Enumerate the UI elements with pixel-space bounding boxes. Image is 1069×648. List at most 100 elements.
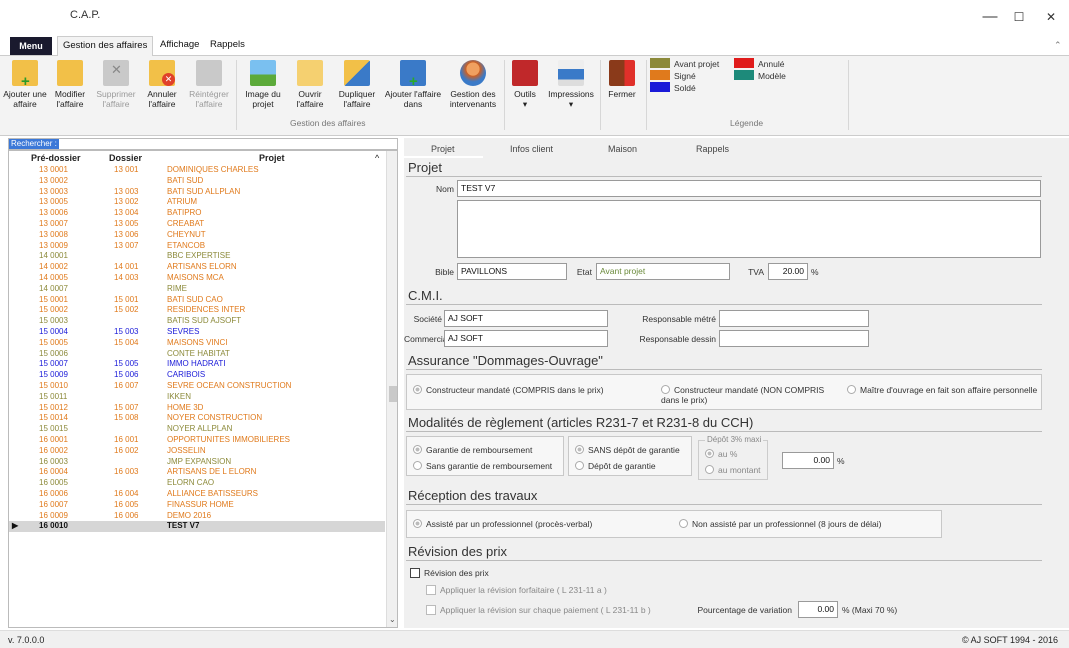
- sans-depot-radio[interactable]: SANS dépôt de garantie: [575, 445, 680, 455]
- pourcentage-field[interactable]: 0.00: [798, 601, 838, 618]
- add-into-button[interactable]: + Ajouter l'affaire dans: [384, 60, 442, 109]
- table-row[interactable]: 13 0009 13 007 ETANCOB: [9, 241, 385, 252]
- table-row[interactable]: 13 0002 BATI SUD: [9, 176, 385, 187]
- table-row[interactable]: 15 0005 15 004 MAISONS VINCI: [9, 338, 385, 349]
- societe-field[interactable]: AJ SOFT: [444, 310, 608, 327]
- reintegrate-affaire-button[interactable]: Réintégrer l'affaire: [184, 60, 234, 109]
- column-header-pre-dossier[interactable]: Pré-dossier: [31, 153, 81, 163]
- table-row[interactable]: 15 0010 16 007 SEVRE OCEAN CONSTRUCTION: [9, 381, 385, 392]
- minimize-button[interactable]: —: [975, 6, 1005, 28]
- table-row[interactable]: 16 0007 16 005 FINASSUR HOME: [9, 500, 385, 511]
- table-row[interactable]: 16 0006 16 004 ALLIANCE BATISSEURS: [9, 489, 385, 500]
- table-row[interactable]: 13 0005 13 002 ATRIUM: [9, 197, 385, 208]
- table-row[interactable]: 13 0001 13 001 DOMINIQUES CHARLES: [9, 165, 385, 176]
- table-row[interactable]: 16 0001 16 001 OPPORTUNITES IMMOBILIERES: [9, 435, 385, 446]
- tab-rappels-detail[interactable]: Rappels: [696, 144, 729, 154]
- nom-field[interactable]: TEST V7: [457, 180, 1041, 197]
- table-row[interactable]: 15 0015 NOYER ALLPLAN: [9, 424, 385, 435]
- sans-garantie-radio[interactable]: Sans garantie de remboursement: [413, 461, 552, 471]
- bible-field[interactable]: PAVILLONS: [457, 263, 567, 280]
- garantie-radio[interactable]: Garantie de remboursement: [413, 445, 532, 455]
- cell-pre-dossier: 16 0004: [39, 467, 68, 477]
- table-row[interactable]: 14 0005 14 003 MAISONS MCA: [9, 273, 385, 284]
- scroll-down-icon[interactable]: ⌄: [389, 615, 396, 624]
- maximize-button[interactable]: ☐: [1004, 6, 1034, 28]
- assurance-option-maitre-ouvrage[interactable]: Maître d'ouvrage en fait son affaire per…: [847, 385, 1037, 395]
- table-row[interactable]: 13 0007 13 005 CREABAT: [9, 219, 385, 230]
- intervenants-button[interactable]: Gestion des intervenants: [444, 60, 502, 109]
- delete-icon: ✕: [103, 60, 129, 86]
- table-row[interactable]: 15 0003 BATIS SUD AJSOFT: [9, 316, 385, 327]
- au-montant-radio[interactable]: au montant: [705, 465, 761, 475]
- scrollbar-thumb[interactable]: [389, 386, 397, 402]
- chevron-down-icon: ▾: [568, 99, 574, 109]
- table-row[interactable]: 14 0002 14 001 ARTISANS ELORN: [9, 262, 385, 273]
- close-button[interactable]: ✕: [1036, 6, 1066, 28]
- table-row[interactable]: 15 0009 15 006 CARIBOIS: [9, 370, 385, 381]
- table-row[interactable]: 15 0007 15 005 IMMO HADRATI: [9, 359, 385, 370]
- table-row[interactable]: 13 0006 13 004 BATIPRO: [9, 208, 385, 219]
- close-app-button[interactable]: Fermer: [604, 60, 640, 99]
- table-row[interactable]: 13 0003 13 003 BATI SUD ALLPLAN: [9, 187, 385, 198]
- revision-chaque-paiement-checkbox[interactable]: Appliquer la révision sur chaque paiemen…: [426, 605, 651, 615]
- column-header-dossier[interactable]: Dossier: [109, 153, 142, 163]
- reception-non-assiste-radio[interactable]: Non assisté par un professionnel (8 jour…: [679, 519, 881, 529]
- table-row[interactable]: 15 0004 15 003 SEVRES: [9, 327, 385, 338]
- tools-button[interactable]: Outils ▾: [508, 60, 542, 109]
- revision-forfaitaire-checkbox[interactable]: Appliquer la révision forfaitaire ( L 23…: [426, 585, 607, 595]
- section-title-reglement: Modalités de règlement (articles R231-7 …: [408, 415, 754, 430]
- table-row[interactable]: 15 0006 CONTE HABITAT: [9, 349, 385, 360]
- table-row[interactable]: 16 0004 16 003 ARTISANS DE L ELORN: [9, 467, 385, 478]
- tab-maison[interactable]: Maison: [608, 144, 637, 154]
- search-input[interactable]: Rechercher :: [8, 138, 398, 150]
- table-row[interactable]: ▶ 16 0010 TEST V7: [9, 521, 385, 533]
- responsable-dessin-field[interactable]: [719, 330, 869, 347]
- cell-dossier: 14 003: [114, 272, 139, 282]
- tab-affichage[interactable]: Affichage: [160, 39, 199, 50]
- table-row[interactable]: 14 0001 BBC EXPERTISE: [9, 251, 385, 262]
- cancel-affaire-button[interactable]: ✕ Annuler l'affaire: [140, 60, 184, 109]
- duplicate-affaire-button[interactable]: Dupliquer l'affaire: [332, 60, 382, 109]
- modify-affaire-button[interactable]: Modifier l'affaire: [48, 60, 92, 109]
- table-row[interactable]: 15 0001 15 001 BATI SUD CAO: [9, 295, 385, 306]
- ribbon-collapse-icon[interactable]: ⌃: [1054, 40, 1062, 51]
- table-row[interactable]: 15 0014 15 008 NOYER CONSTRUCTION: [9, 413, 385, 424]
- tva-field[interactable]: 20.00: [768, 263, 808, 280]
- menu-button[interactable]: Menu: [10, 37, 52, 55]
- tab-infos-client[interactable]: Infos client: [510, 144, 553, 154]
- responsable-metre-field[interactable]: [719, 310, 869, 327]
- open-affaire-button[interactable]: Ouvrir l'affaire: [288, 60, 332, 109]
- table-row[interactable]: 14 0007 RIME: [9, 284, 385, 295]
- add-affaire-button[interactable]: + Ajouter une affaire: [2, 60, 48, 109]
- table-row[interactable]: 16 0009 16 006 DEMO 2016: [9, 511, 385, 522]
- radio-icon: [413, 461, 422, 470]
- table-row[interactable]: 16 0005 ELORN CAO: [9, 478, 385, 489]
- commercial-field[interactable]: AJ SOFT: [444, 330, 608, 347]
- table-row[interactable]: 16 0002 16 002 JOSSELIN: [9, 446, 385, 457]
- tab-projet[interactable]: Projet: [431, 144, 455, 154]
- table-row[interactable]: 15 0012 15 007 HOME 3D: [9, 403, 385, 414]
- column-header-projet[interactable]: Projet: [259, 153, 285, 163]
- table-row[interactable]: 15 0002 15 002 RESIDENCES INTER: [9, 305, 385, 316]
- project-image-button[interactable]: Image du projet: [240, 60, 286, 109]
- scrollbar[interactable]: ⌄: [386, 151, 397, 627]
- assurance-option-non-compris[interactable]: Constructeur mandaté (NON COMPRIS dans l…: [661, 385, 841, 405]
- cell-dossier: 16 007: [114, 380, 139, 390]
- table-row[interactable]: 16 0003 JMP EXPANSION: [9, 457, 385, 468]
- tab-rappels[interactable]: Rappels: [210, 39, 245, 50]
- folder-add-icon: +: [12, 60, 38, 89]
- au-pct-radio[interactable]: au %: [705, 449, 737, 459]
- etat-field[interactable]: Avant projet: [596, 263, 730, 280]
- delete-affaire-button[interactable]: ✕ Supprimer l'affaire: [92, 60, 140, 109]
- reception-assiste-radio[interactable]: Assisté par un professionnel (procès-ver…: [413, 519, 592, 529]
- description-textarea[interactable]: [457, 200, 1041, 258]
- print-button[interactable]: Impressions ▾: [544, 60, 598, 109]
- depot-value-field[interactable]: 0.00: [782, 452, 834, 469]
- assurance-option-compris[interactable]: Constructeur mandaté (COMPRIS dans le pr…: [413, 385, 604, 395]
- scroll-up-icon[interactable]: ^: [375, 153, 379, 163]
- table-row[interactable]: 15 0011 IKKEN: [9, 392, 385, 403]
- depot-radio[interactable]: Dépôt de garantie: [575, 461, 656, 471]
- revision-checkbox[interactable]: Révision des prix: [410, 568, 489, 578]
- table-row[interactable]: 13 0008 13 006 CHEYNUT: [9, 230, 385, 241]
- tab-gestion-des-affaires[interactable]: Gestion des affaires: [57, 36, 154, 57]
